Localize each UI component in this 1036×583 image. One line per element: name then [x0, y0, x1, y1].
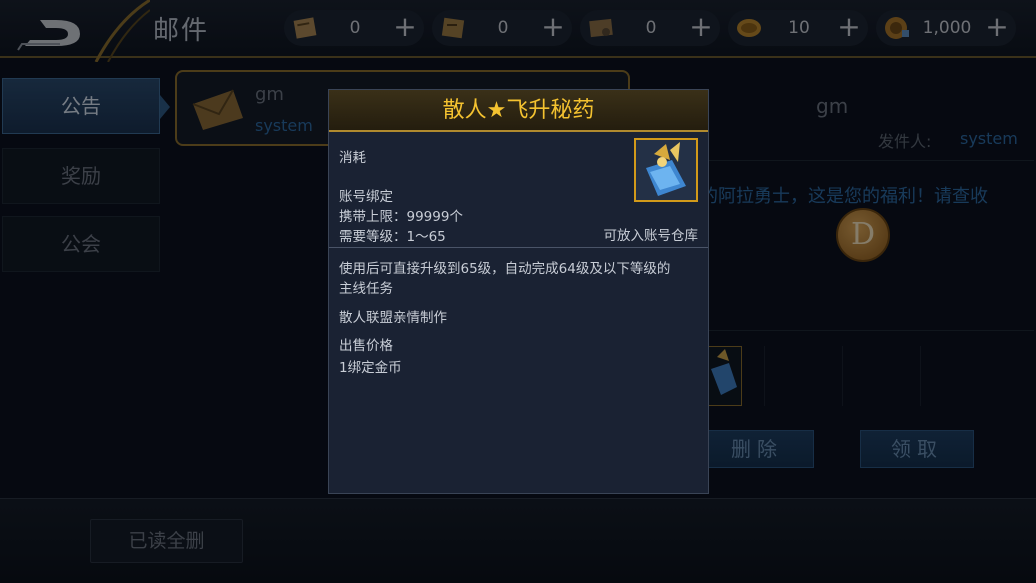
item-category: 消耗	[339, 150, 366, 166]
item-price-label: 出售价格	[339, 338, 393, 354]
item-title: 散人★飞升秘药	[329, 90, 708, 132]
item-desc-line1: 使用后可直接升级到65级，自动完成64级及以下等级的	[339, 261, 671, 277]
divider	[329, 247, 708, 248]
item-maker: 散人联盟亲情制作	[339, 310, 447, 326]
item-bind: 账号绑定	[339, 189, 393, 205]
item-price-value: 1绑定金币	[339, 360, 402, 376]
item-desc-line2: 主线任务	[339, 281, 393, 297]
item-storage-note: 可放入账号仓库	[603, 228, 699, 244]
item-level-req: 需要等级：1～65	[339, 229, 446, 245]
item-tooltip: 散人★飞升秘药 消耗 账号绑定 携带上限：99999个 需要等级：1～65 可放…	[328, 89, 709, 494]
item-stack-limit: 携带上限：99999个	[339, 209, 463, 225]
potion-item-icon	[634, 138, 698, 202]
